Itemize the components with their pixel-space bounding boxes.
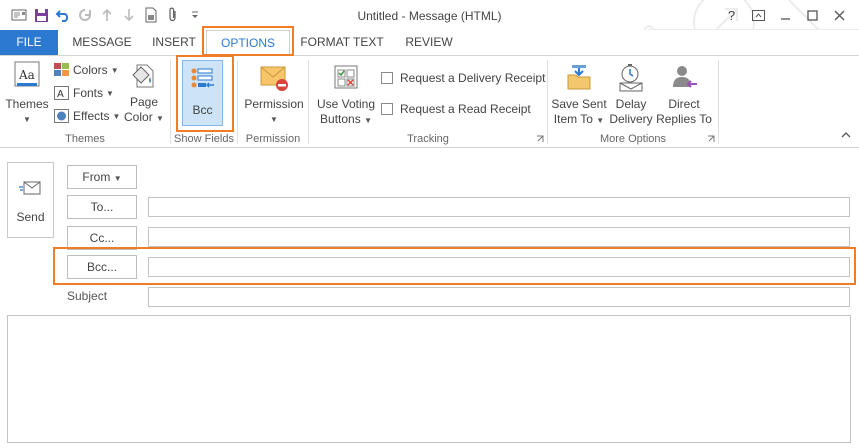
colors-button[interactable]: Colors ▼ [54,63,119,77]
help-icon[interactable]: ? [718,4,745,26]
group-label-themes: Themes [65,133,105,145]
group-divider [718,60,719,144]
send-button[interactable]: Send [7,162,54,238]
effects-button[interactable]: Effects ▼ [54,109,120,123]
paint-bucket-icon [132,64,154,88]
dialog-launcher-icon[interactable] [707,135,715,143]
request-read-receipt-checkbox[interactable]: Request a Read Receipt [381,102,531,116]
themes-group: Aa Themes ▼ Colors ▼ A Fonts ▼ Effects ▼… [0,56,170,147]
close-icon[interactable] [826,4,853,26]
from-button[interactable]: From ▼ [67,165,137,189]
message-body[interactable] [7,315,851,443]
more-options-group: Save Sent Item To ▼ Delay Delivery Direc… [548,56,718,147]
group-label-more-options: More Options [599,133,667,145]
effects-icon [54,109,69,123]
checkbox-unchecked[interactable] [381,72,393,84]
title-bar: Untitled - Message (HTML) ? [0,0,859,30]
checkbox-unchecked[interactable] [381,103,393,115]
ribbon-display-icon[interactable] [745,4,772,26]
tab-format-text[interactable]: FORMAT TEXT [296,30,388,55]
tab-message[interactable]: MESSAGE [66,30,138,55]
svg-text:Aa: Aa [18,68,35,82]
delay-delivery-button[interactable]: Delay Delivery [607,63,655,127]
minimize-icon[interactable] [772,4,799,26]
themes-button[interactable]: Aa Themes ▼ [4,61,50,127]
tab-review[interactable]: REVIEW [398,30,460,55]
save-sent-folder-icon [567,65,591,90]
tab-insert[interactable]: INSERT [144,30,204,55]
page-color-button[interactable]: Page Color ▼ [122,61,166,126]
permission-group: Permission ▼ Permission [238,56,308,147]
tab-file[interactable]: FILE [0,30,58,55]
bcc-button-highlight [176,55,234,132]
delay-delivery-clock-icon [619,64,643,92]
group-label-show-fields: Show Fields [174,133,234,145]
colors-icon [54,63,69,76]
window-controls: ? [718,4,853,26]
chevron-down-icon: ▼ [112,111,121,121]
subject-label: Subject [67,289,108,303]
chevron-down-icon: ▼ [110,65,119,75]
ribbon-tabs: FILE MESSAGE INSERT OPTIONS FORMAT TEXT … [0,30,859,56]
dialog-launcher-icon[interactable] [536,135,544,143]
chevron-down-icon: ▼ [156,114,164,123]
themes-icon: Aa [14,61,40,87]
to-field[interactable] [148,197,850,217]
direct-replies-to-button[interactable]: Direct Replies To [655,63,713,127]
group-label-tracking: Tracking [407,133,449,145]
send-envelope-icon [18,181,40,195]
request-delivery-receipt-checkbox[interactable]: Request a Delivery Receipt [381,71,545,85]
chevron-down-icon: ▼ [270,115,278,124]
cc-field[interactable] [148,227,850,247]
chevron-down-icon: ▼ [106,88,114,98]
chevron-down-icon: ▼ [23,115,31,124]
save-sent-item-to-button[interactable]: Save Sent Item To ▼ [551,63,607,128]
tracking-group: Use Voting Buttons ▼ Request a Delivery … [309,56,547,147]
direct-replies-person-icon [673,66,697,88]
fonts-button[interactable]: A Fonts ▼ [54,86,114,100]
group-label-permission: Permission [245,133,301,145]
subject-field[interactable] [148,287,850,307]
bcc-row-highlight [53,247,856,285]
options-tab-highlight [202,26,294,56]
permission-button[interactable]: Permission ▼ [242,63,306,127]
use-voting-buttons-button[interactable]: Use Voting Buttons ▼ [314,63,378,128]
collapse-ribbon-icon[interactable] [841,127,851,141]
ribbon: Aa Themes ▼ Colors ▼ A Fonts ▼ Effects ▼… [0,55,859,148]
voting-buttons-icon [334,65,358,89]
maximize-icon[interactable] [799,4,826,26]
chevron-down-icon: ▼ [364,116,372,125]
chevron-down-icon: ▼ [596,116,605,125]
svg-text:A: A [57,89,64,100]
fonts-icon: A [54,86,69,100]
permission-envelope-icon [260,66,288,91]
to-button[interactable]: To... [67,195,137,219]
chevron-down-icon: ▼ [113,174,122,183]
